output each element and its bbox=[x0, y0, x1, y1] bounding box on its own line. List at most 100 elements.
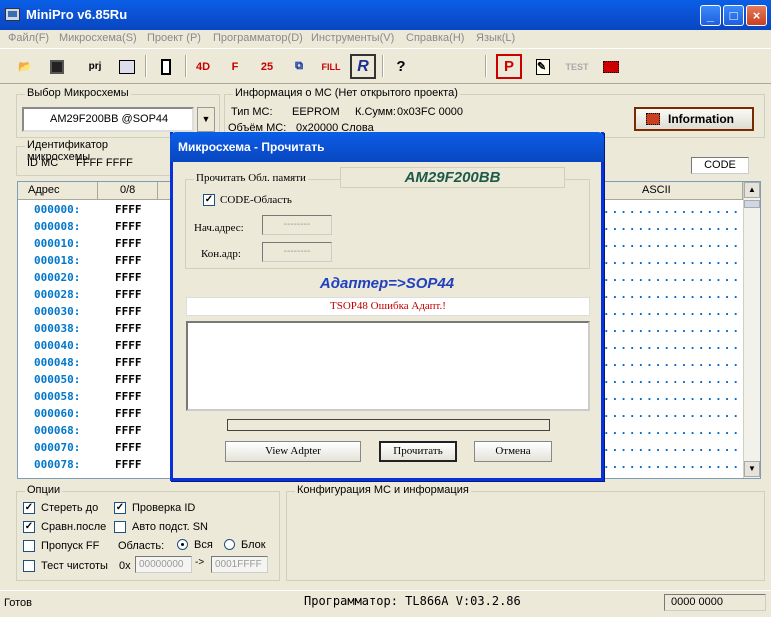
row-value[interactable]: FFFF bbox=[115, 322, 155, 335]
chip-dropdown-button[interactable]: ▼ bbox=[197, 107, 215, 132]
column-header-address[interactable]: Адрес bbox=[18, 182, 98, 200]
row-ascii: ................ bbox=[603, 322, 741, 335]
row-value[interactable]: FFFF bbox=[115, 441, 155, 454]
verify-icon[interactable]: ⧉ bbox=[286, 54, 312, 79]
erase-icon[interactable]: F bbox=[222, 54, 248, 79]
menu-help[interactable]: Справка(H) bbox=[406, 32, 464, 44]
chip-select-field[interactable]: AM29F200BB @SOP44 bbox=[22, 107, 194, 132]
area-block-label: Блок bbox=[241, 539, 266, 551]
code-area-indicator: CODE bbox=[691, 157, 749, 174]
title-bar: MiniPro v6.85Ru _ □ × bbox=[0, 0, 771, 30]
r-icon[interactable]: R bbox=[350, 54, 376, 79]
row-address: 000070: bbox=[34, 441, 81, 454]
read-progress-bar bbox=[227, 419, 550, 431]
help-icon[interactable]: ? bbox=[388, 54, 414, 79]
menu-file[interactable]: Файл(F) bbox=[8, 32, 49, 44]
erase-checkbox[interactable]: ✓ bbox=[23, 502, 35, 514]
row-address: 000000: bbox=[34, 203, 81, 216]
start-address-field[interactable]: -------- bbox=[262, 215, 332, 235]
information-button[interactable]: Information bbox=[634, 107, 754, 131]
adapter-label: Адаптер=>SOP44 bbox=[319, 275, 455, 292]
compare-after-checkbox[interactable]: ✓ bbox=[23, 521, 35, 533]
status-bar: Готов Программатор: TL866A V:03.2.86 000… bbox=[0, 590, 771, 617]
row-value[interactable]: FFFF bbox=[115, 390, 155, 403]
end-address-field[interactable]: -------- bbox=[262, 242, 332, 262]
log-area[interactable] bbox=[186, 321, 590, 411]
chip-memory-icon[interactable] bbox=[153, 54, 179, 79]
menu-chip[interactable]: Микросхема(S) bbox=[59, 32, 137, 44]
program-p-icon[interactable]: P bbox=[496, 54, 522, 79]
area-block-radio[interactable] bbox=[224, 539, 235, 550]
cancel-button[interactable]: Отмена bbox=[474, 441, 552, 462]
id-value: FFFF FFFF bbox=[76, 157, 133, 169]
project-icon[interactable]: prj bbox=[80, 54, 110, 79]
view-adapter-button[interactable]: View Adpter bbox=[225, 441, 361, 462]
row-value[interactable]: FFFF bbox=[115, 271, 155, 284]
row-value[interactable]: FFFF bbox=[115, 288, 155, 301]
save-project-icon[interactable] bbox=[114, 54, 140, 79]
skip-ff-checkbox[interactable] bbox=[23, 540, 35, 552]
row-value[interactable]: FFFF bbox=[115, 373, 155, 386]
row-value[interactable]: FFFF bbox=[115, 254, 155, 267]
row-value[interactable]: FFFF bbox=[115, 424, 155, 437]
row-address: 000038: bbox=[34, 322, 81, 335]
chip-icon[interactable] bbox=[598, 54, 624, 79]
menu-tools[interactable]: Инструменты(V) bbox=[311, 32, 394, 44]
blank-test-label: Тест чистоты bbox=[41, 560, 108, 572]
row-value[interactable]: FFFF bbox=[115, 203, 155, 216]
ic-info-label: Информация о МС (Нет открытого проекта) bbox=[233, 87, 460, 99]
range-from-field[interactable]: 00000000 bbox=[135, 556, 192, 573]
row-address: 000010: bbox=[34, 237, 81, 250]
vertical-scrollbar[interactable]: ▲ ▼ bbox=[743, 182, 760, 478]
test-icon[interactable]: TEST bbox=[564, 54, 590, 79]
scroll-up-icon[interactable]: ▲ bbox=[744, 182, 760, 198]
read-icon[interactable]: 4D bbox=[190, 54, 216, 79]
close-button[interactable]: × bbox=[746, 5, 767, 26]
row-ascii: ................ bbox=[603, 271, 741, 284]
menu-programmer[interactable]: Программатор(D) bbox=[213, 32, 303, 44]
save-icon[interactable] bbox=[44, 54, 70, 79]
open-folder-icon[interactable]: 📂 bbox=[12, 54, 38, 79]
start-address-label: Нач.адрес: bbox=[194, 222, 244, 234]
check-id-checkbox[interactable]: ✓ bbox=[114, 502, 126, 514]
row-address: 000030: bbox=[34, 305, 81, 318]
options-label: Опции bbox=[25, 484, 63, 496]
scroll-down-icon[interactable]: ▼ bbox=[744, 461, 760, 477]
menu-language[interactable]: Язык(L) bbox=[476, 32, 515, 44]
row-value[interactable]: FFFF bbox=[115, 356, 155, 369]
check-id-label: Проверка ID bbox=[132, 502, 196, 514]
fill-icon[interactable]: FILL bbox=[318, 54, 344, 79]
code-area-checkbox[interactable]: ✓ bbox=[203, 194, 215, 206]
row-address: 000040: bbox=[34, 339, 81, 352]
row-value[interactable]: FFFF bbox=[115, 407, 155, 420]
row-value[interactable]: FFFF bbox=[115, 305, 155, 318]
minimize-button[interactable]: _ bbox=[700, 5, 721, 26]
end-address-label: Кон.адр: bbox=[201, 248, 241, 260]
row-value[interactable]: FFFF bbox=[115, 237, 155, 250]
row-value[interactable]: FFFF bbox=[115, 339, 155, 352]
blank-test-checkbox[interactable] bbox=[23, 560, 35, 572]
chip-icon bbox=[646, 113, 660, 125]
maximize-button[interactable]: □ bbox=[723, 5, 744, 26]
row-address: 000068: bbox=[34, 424, 81, 437]
row-value[interactable]: FFFF bbox=[115, 220, 155, 233]
row-address: 000018: bbox=[34, 254, 81, 267]
row-address: 000078: bbox=[34, 458, 81, 471]
auto-sn-checkbox[interactable] bbox=[114, 521, 126, 533]
edit-icon[interactable]: ✎ bbox=[530, 54, 556, 79]
information-button-label: Information bbox=[668, 112, 734, 126]
scroll-thumb[interactable] bbox=[744, 200, 760, 208]
read-button[interactable]: Прочитать bbox=[379, 441, 457, 462]
area-all-radio[interactable] bbox=[177, 539, 188, 550]
row-ascii: ................ bbox=[603, 203, 741, 216]
menu-project[interactable]: Проект (P) bbox=[147, 32, 201, 44]
dialog-title: Микросхема - Прочитать bbox=[170, 132, 604, 162]
row-ascii: ................ bbox=[603, 254, 741, 267]
row-value[interactable]: FFFF bbox=[115, 458, 155, 471]
read-area-group: Прочитать Обл. памяти bbox=[185, 172, 590, 269]
column-header-0-8[interactable]: 0/8 bbox=[98, 182, 158, 200]
range-to-field[interactable]: 0001FFFF bbox=[211, 556, 268, 573]
row-ascii: ................ bbox=[603, 390, 741, 403]
blank-check-icon[interactable]: 25 bbox=[254, 54, 280, 79]
area-label: Область: bbox=[118, 540, 165, 552]
